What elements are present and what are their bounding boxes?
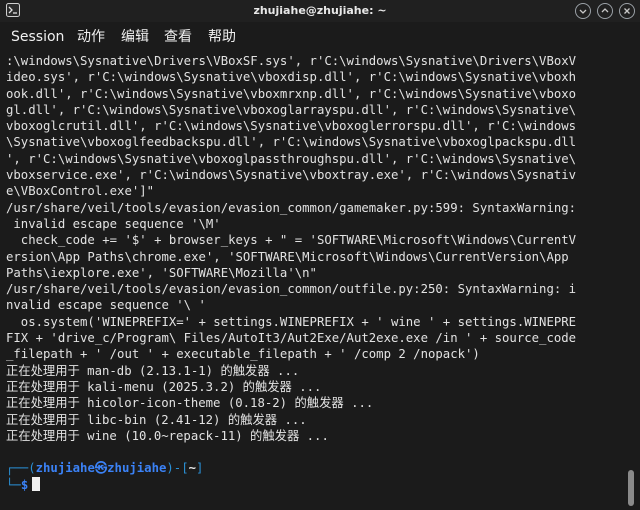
output-line: os.system('WINEPREFIX=' + settings.WINEP… [6, 314, 577, 329]
terminal-output[interactable]: :\windows\Sysnative\Drivers\VBoxSF.sys',… [6, 53, 626, 503]
scrollbar-thumb[interactable] [628, 470, 634, 506]
menu-help[interactable]: 帮助 [208, 28, 236, 46]
output-line: /usr/share/veil/tools/evasion/evasion_co… [6, 200, 577, 215]
output-line: _filepath + ' /out ' + executable_filepa… [6, 347, 480, 362]
minimize-icon [579, 9, 587, 14]
output-line: invalid escape sequence '\M' [6, 216, 221, 231]
menu-edit[interactable]: 编辑 [121, 28, 149, 46]
output-line: ersion\App Paths\chrome.exe', 'SOFTWARE\… [6, 249, 569, 264]
close-button[interactable] [619, 3, 635, 19]
output-line: /usr/share/veil/tools/evasion/evasion_co… [6, 282, 577, 297]
output-line: gl.dll', r'C:\windows\Sysnative\vboxogla… [6, 102, 577, 117]
output-line: 正在处理用于 kali-menu (2025.3.2) 的触发器 ... [6, 379, 322, 394]
prompt-corner-top: ┌──( [6, 461, 36, 476]
output-line: ', r'C:\windows\Sysnative\vboxoglpassthr… [6, 151, 577, 166]
output-line: Paths\iexplore.exe', 'SOFTWARE\Mozilla'\… [6, 265, 317, 280]
output-line: ideo.sys', r'C:\windows\Sysnative\vboxdi… [6, 70, 577, 85]
output-line: FIX + 'drive_c/Program\ Files/AutoIt3/Au… [6, 331, 577, 346]
output-line: check_code += '$' + browser_keys + " = '… [6, 233, 577, 248]
prompt-directory: ~ [188, 461, 197, 476]
output-line: nvalid escape sequence '\ ' [6, 298, 206, 313]
window-title: zhujiahe@zhujiahe: ~ [253, 4, 387, 17]
prompt-bracket-close: ] [196, 461, 204, 476]
prompt-corner-bottom: └─ [6, 477, 21, 492]
minimize-button[interactable] [575, 3, 591, 19]
prompt-user-host: zhujiahe㉿zhujiahe [35, 461, 167, 476]
output-line: ook.dll', r'C:\windows\Sysnative\vboxmrx… [6, 86, 577, 101]
close-icon [624, 8, 630, 14]
maximize-icon [601, 8, 609, 13]
menu-view[interactable]: 查看 [164, 28, 192, 46]
menu-bar: Session 动作 编辑 查看 帮助 [0, 24, 640, 50]
menu-actions[interactable]: 动作 [77, 28, 105, 46]
output-line: :\windows\Sysnative\Drivers\VBoxSF.sys',… [6, 54, 577, 68]
title-bar[interactable]: zhujiahe@zhujiahe: ~ [0, 0, 640, 22]
prompt-line-1: ┌──(zhujiahe㉿zhujiahe)-[~] [6, 460, 626, 476]
output-line: 正在处理用于 wine (10.0~repack-11) 的触发器 ... [6, 428, 329, 443]
output-line: 正在处理用于 hicolor-icon-theme (0.18-2) 的触发器 … [6, 396, 374, 411]
output-line: vboxservice.exe', r'C:\windows\Sysnative… [6, 168, 577, 183]
output-line: 正在处理用于 libc-bin (2.41-12) 的触发器 ... [6, 412, 307, 427]
output-line: 正在处理用于 man-db (2.13.1-1) 的触发器 ... [6, 363, 300, 378]
menu-session[interactable]: Session [11, 28, 64, 46]
prompt-separator: )-[ [166, 461, 189, 476]
prompt-dollar: $ [20, 477, 29, 492]
terminal-window: zhujiahe@zhujiahe: ~ Session 动作 编辑 查看 帮助… [0, 0, 640, 510]
output-line: \Sysnative\vboxoglfeedbackspu.dll', r'C:… [6, 135, 577, 150]
output-line: e\VBoxControl.exe']" [6, 184, 155, 199]
text-cursor[interactable] [32, 476, 41, 491]
prompt-line-2[interactable]: └─$ [6, 476, 626, 493]
maximize-button[interactable] [597, 3, 613, 19]
output-line: vboxoglcrutil.dll', r'C:\windows\Sysnati… [6, 119, 577, 134]
